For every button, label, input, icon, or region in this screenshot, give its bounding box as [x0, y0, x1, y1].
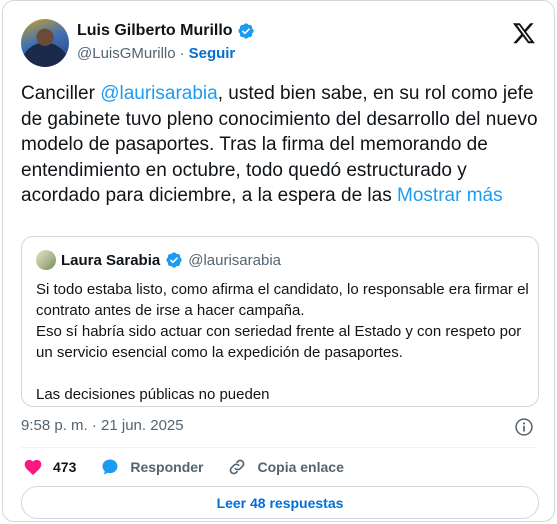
quoted-tweet[interactable]: Laura Sarabia @laurisarabia Si todo esta…	[21, 236, 539, 407]
copy-link-button[interactable]: Copia enlace	[227, 457, 344, 477]
reply-label: Responder	[130, 459, 204, 475]
reply-bubble-icon	[102, 459, 118, 475]
quoted-paragraph-1: Si todo estaba listo, como afirma el can…	[36, 281, 529, 361]
heart-icon	[24, 459, 42, 475]
tweet-header: Luis Gilberto Murillo @LuisGMurillo · Se…	[21, 19, 536, 71]
handle-separator: ·	[179, 45, 185, 62]
verified-badge-icon	[166, 252, 182, 268]
info-icon[interactable]	[514, 417, 534, 437]
author-name-row: Luis Gilberto Murillo	[77, 22, 255, 40]
link-icon	[230, 459, 245, 475]
copy-link-label: Copia enlace	[257, 459, 344, 475]
tweet-body: Canciller @laurisarabia, usted bien sabe…	[21, 81, 541, 209]
like-count: 473	[53, 459, 77, 475]
quoted-author-name: Laura Sarabia	[61, 251, 161, 269]
x-logo-icon[interactable]	[512, 21, 536, 45]
verified-badge-icon	[237, 23, 254, 39]
author-handle[interactable]: @LuisGMurillo	[77, 45, 176, 62]
like-button[interactable]: 473	[23, 457, 76, 477]
action-bar: 473 Responder Copia enlace	[23, 457, 368, 477]
quoted-header: Laura Sarabia @laurisarabia	[36, 250, 281, 270]
read-replies-button[interactable]: Leer 48 respuestas	[21, 486, 539, 519]
reply-button[interactable]: Responder	[100, 457, 203, 477]
show-more-link[interactable]: Mostrar más	[397, 185, 503, 206]
quoted-author-avatar	[36, 250, 56, 270]
tweet-mention-link[interactable]: @laurisarabia	[100, 83, 218, 104]
author-name[interactable]: Luis Gilberto Murillo	[77, 22, 233, 40]
tweet-text-part1: Canciller	[21, 83, 101, 104]
tweet-timestamp[interactable]: 9:58 p. m. · 21 jun. 2025	[21, 417, 184, 434]
quoted-text: Si todo estaba listo, como afirma el can…	[36, 279, 532, 405]
divider	[21, 447, 536, 448]
author-handle-row: @LuisGMurillo · Seguir	[77, 45, 235, 62]
follow-button[interactable]: Seguir	[189, 45, 236, 62]
quoted-author-handle: @laurisarabia	[188, 251, 281, 269]
quoted-paragraph-2: Las decisiones públicas no pueden	[36, 386, 270, 403]
author-avatar[interactable]	[21, 19, 69, 67]
tweet-card: Luis Gilberto Murillo @LuisGMurillo · Se…	[2, 0, 555, 522]
